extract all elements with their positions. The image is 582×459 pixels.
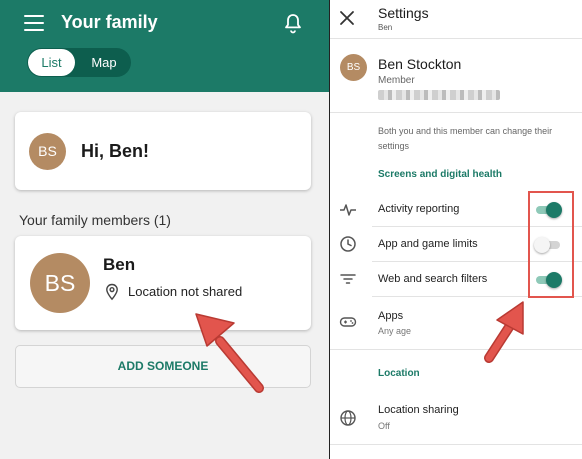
divider [330, 38, 582, 39]
location-sharing-status: Off [378, 421, 390, 431]
web-search-filters-label: Web and search filters [378, 273, 488, 285]
activity-pulse-icon [340, 204, 356, 216]
location-pin-icon [106, 283, 118, 301]
settings-info-text: Both you and this member can change thei… [378, 126, 553, 151]
close-icon[interactable] [338, 9, 356, 27]
location-sharing-label[interactable]: Location sharing [378, 404, 459, 416]
bell-icon[interactable] [281, 12, 305, 36]
member-role: Member [378, 75, 415, 86]
clock-icon [340, 236, 356, 252]
family-list-screen: Your family List Map BS Hi, Ben! Your fa… [0, 0, 330, 459]
page-title: Your family [61, 12, 158, 32]
greeting-card: BS Hi, Ben! [15, 112, 311, 190]
member-avatar: BS [30, 253, 90, 313]
globe-icon [340, 410, 356, 426]
apps-label[interactable]: Apps [378, 310, 403, 322]
redacted-email [378, 90, 500, 100]
member-location-status: Location not shared [128, 284, 243, 299]
divider [330, 112, 582, 113]
filter-icon [340, 274, 356, 284]
annotation-highlight-box [528, 191, 574, 298]
app-header: Your family List Map [0, 0, 329, 92]
apps-age-rating: Any age [378, 326, 412, 336]
member-name: Ben [103, 255, 136, 274]
family-members-heading: Your family members (1) [19, 212, 171, 228]
member-name: Ben Stockton [378, 56, 462, 72]
greeting-text: Hi, Ben! [81, 141, 150, 161]
page-title: Settings [378, 5, 429, 21]
activity-reporting-label: Activity reporting [378, 203, 460, 215]
page-subtitle: Ben [378, 23, 393, 32]
divider [330, 444, 582, 445]
member-settings-screen: Settings Ben BS Ben Stockton Member Both… [330, 0, 582, 459]
section-heading-location: Location [378, 368, 420, 379]
annotation-arrow [195, 313, 264, 393]
divider [330, 349, 582, 350]
tab-map[interactable]: Map [79, 49, 129, 76]
app-game-limits-label: App and game limits [378, 238, 478, 250]
hamburger-menu-icon[interactable] [24, 15, 44, 31]
tab-list[interactable]: List [28, 49, 75, 76]
view-toggle: List Map [27, 48, 131, 77]
avatar: BS [340, 54, 367, 81]
gamepad-icon [339, 317, 357, 327]
section-heading-screens: Screens and digital health [378, 169, 502, 180]
avatar: BS [29, 133, 66, 170]
annotation-arrow [484, 301, 524, 363]
